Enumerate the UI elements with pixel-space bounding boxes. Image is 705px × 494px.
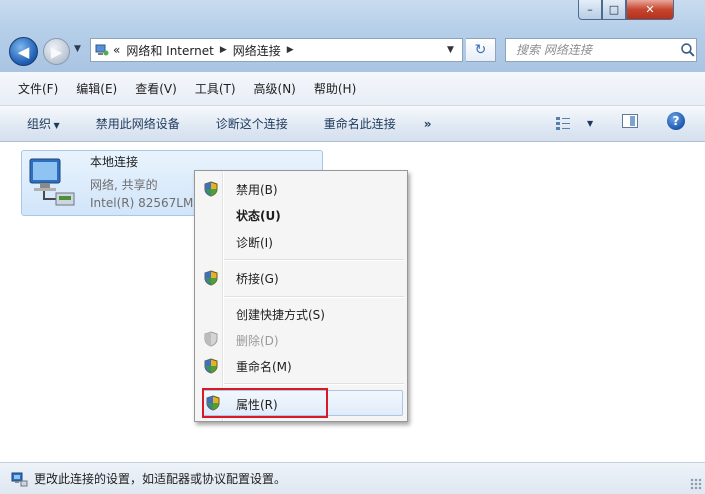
menu-view[interactable]: 查看(V) <box>135 80 177 97</box>
network-folder-icon <box>95 43 109 57</box>
more-commands-button[interactable]: » <box>424 117 432 131</box>
menu-advanced[interactable]: 高级(N) <box>254 80 296 97</box>
ctx-delete: 删除(D) <box>236 334 279 348</box>
resize-grip[interactable] <box>690 478 702 490</box>
network-adapter-icon <box>29 158 75 206</box>
forward-arrow-icon: ▶ <box>50 42 63 61</box>
menu-bar: 文件(F) 编辑(E) 查看(V) 工具(T) 高级(N) 帮助(H) <box>0 72 705 106</box>
breadcrumb-network-connections[interactable]: 网络连接 <box>233 42 281 59</box>
view-options-dropdown-icon[interactable]: ▼ <box>587 119 593 128</box>
disable-device-button[interactable]: 禁用此网络设备 <box>96 115 180 132</box>
uac-shield-icon <box>204 358 218 374</box>
menu-file[interactable]: 文件(F) <box>18 80 58 97</box>
close-button[interactable]: ✕ <box>626 0 674 20</box>
menu-tools[interactable]: 工具(T) <box>195 80 236 97</box>
connection-adapter: Intel(R) 82567LM <box>90 196 194 210</box>
breadcrumb-separator[interactable]: ▶ <box>220 45 227 55</box>
back-button[interactable]: ◀ <box>9 37 38 66</box>
organize-button[interactable]: 组织 <box>27 115 60 132</box>
preview-pane-icon[interactable] <box>622 114 638 128</box>
search-box[interactable] <box>505 38 697 62</box>
status-text: 更改此连接的设置，如适配器或协议配置设置。 <box>34 472 287 486</box>
status-bar: 更改此连接的设置，如适配器或协议配置设置。 <box>0 462 705 494</box>
breadcrumb-network-internet[interactable]: 网络和 Internet <box>126 42 213 59</box>
search-icon[interactable] <box>680 42 696 58</box>
search-input[interactable] <box>514 42 677 58</box>
uac-shield-icon <box>204 181 218 197</box>
help-icon[interactable]: ? <box>667 112 685 130</box>
ctx-rename[interactable]: 重命名(M) <box>236 358 292 375</box>
address-dropdown-icon[interactable]: ▼ <box>447 45 454 55</box>
status-network-icon <box>11 472 28 486</box>
forward-button[interactable]: ▶ <box>43 38 70 65</box>
command-bar: 组织 禁用此网络设备 诊断这个连接 重命名此连接 » <box>0 106 705 142</box>
connection-name: 本地连接 <box>90 155 139 169</box>
connection-status: 网络, 共享的 <box>90 178 158 192</box>
context-menu-separator <box>224 383 404 385</box>
rename-button[interactable]: 重命名此连接 <box>324 115 396 132</box>
recent-pages-dropdown[interactable]: ▼ <box>74 44 81 54</box>
ctx-status[interactable]: 状态(U) <box>236 207 281 224</box>
ctx-diagnose[interactable]: 诊断(I) <box>236 234 273 251</box>
ctx-create-shortcut[interactable]: 创建快捷方式(S) <box>236 306 325 323</box>
breadcrumb-separator[interactable]: ▶ <box>287 45 294 55</box>
properties-highlight-box <box>202 388 328 418</box>
context-menu-separator <box>224 259 404 261</box>
view-options-button[interactable]: ▼ <box>555 114 595 132</box>
maximize-button[interactable]: □ <box>602 0 626 20</box>
uac-shield-icon <box>204 331 218 347</box>
uac-shield-icon <box>204 270 218 286</box>
ctx-bridge[interactable]: 桥接(G) <box>236 270 279 287</box>
refresh-icon: ↻ <box>474 42 487 58</box>
refresh-button[interactable]: ↻ <box>466 38 496 62</box>
view-options-icon <box>556 117 570 130</box>
menu-help[interactable]: 帮助(H) <box>314 80 356 97</box>
back-arrow-icon: ◀ <box>17 42 30 61</box>
diagnose-button[interactable]: 诊断这个连接 <box>216 115 288 132</box>
context-menu-separator <box>224 296 404 298</box>
window-controls: – □ ✕ <box>578 0 674 22</box>
address-bar[interactable]: « 网络和 Internet ▶ 网络连接 ▶ <box>90 38 463 62</box>
minimize-button[interactable]: – <box>578 0 602 20</box>
address-prefix[interactable]: « <box>113 43 120 57</box>
ctx-disable[interactable]: 禁用(B) <box>236 181 278 198</box>
menu-edit[interactable]: 编辑(E) <box>76 80 117 97</box>
